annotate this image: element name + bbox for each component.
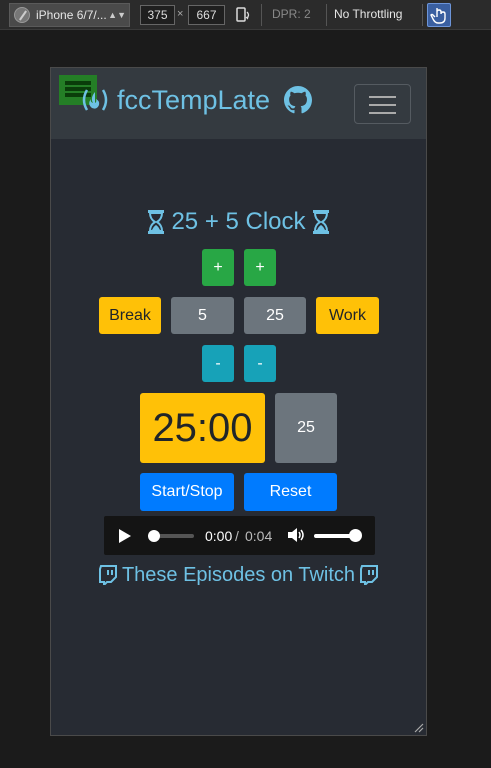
height-input[interactable]: 667 <box>188 5 225 25</box>
touch-toggle-button[interactable] <box>427 3 451 27</box>
twitch-link-text[interactable]: These Episodes on Twitch <box>122 564 355 587</box>
play-icon[interactable] <box>118 528 132 544</box>
seek-handle[interactable] <box>148 530 160 542</box>
twitch-icon <box>360 565 379 585</box>
start-stop-button[interactable]: Start/Stop <box>140 473 234 511</box>
audio-current-time: 0:00 <box>205 528 233 544</box>
device-icon <box>14 7 30 23</box>
navbar: fccTempLate <box>51 68 426 139</box>
toolbar-divider <box>422 4 423 26</box>
width-input[interactable]: 375 <box>140 5 175 25</box>
break-decrement-button[interactable]: - <box>202 345 234 382</box>
audio-time-separator: / <box>235 528 239 544</box>
twitch-icon <box>98 565 117 585</box>
session-increment-button[interactable]: + <box>244 249 276 286</box>
audio-player: 0:00 / 0:04 <box>104 516 375 555</box>
volume-icon[interactable] <box>287 527 305 543</box>
session-label: Work <box>316 297 379 334</box>
caret-icon: ▲▼ <box>108 10 126 20</box>
device-label: iPhone 6/7/... <box>36 8 107 22</box>
break-label: Break <box>99 297 161 334</box>
main-content: 25 + 5 Clock + + Break 5 25 Work - - 25:… <box>51 139 426 735</box>
session-length: 25 <box>244 297 306 334</box>
break-length: 5 <box>171 297 234 334</box>
device-select[interactable]: iPhone 6/7/... ▲▼ <box>9 3 130 27</box>
rotate-icon[interactable] <box>234 6 252 24</box>
toolbar-divider <box>261 4 262 26</box>
device-viewport: fccTempLate 25 + 5 Clock + + Break 5 25 … <box>50 67 427 736</box>
github-icon[interactable] <box>284 86 312 114</box>
session-decrement-button[interactable]: - <box>244 345 276 382</box>
twitch-link[interactable]: These Episodes on Twitch <box>51 562 426 588</box>
hourglass-icon <box>148 210 165 234</box>
navbar-toggler-button[interactable] <box>354 84 411 124</box>
brand-title[interactable]: fccTempLate <box>117 85 270 116</box>
clock-title: 25 + 5 Clock <box>51 207 426 237</box>
toolbar-divider <box>326 4 327 26</box>
throttling-select[interactable]: No Throttling <box>334 7 402 21</box>
devtools-toolbar: iPhone 6/7/... ▲▼ 375 × 667 DPR: 2 No Th… <box>0 0 491 30</box>
touch-icon <box>430 8 446 24</box>
break-increment-button[interactable]: + <box>202 249 234 286</box>
dimension-times: × <box>177 8 184 20</box>
reset-button[interactable]: Reset <box>244 473 337 511</box>
timer-secondary-display: 25 <box>275 393 337 463</box>
clock-title-text: 25 + 5 Clock <box>171 208 306 235</box>
time-left-display: 25:00 <box>140 393 265 463</box>
resize-handle-icon[interactable] <box>412 721 424 733</box>
hourglass-icon <box>312 210 329 234</box>
volume-handle[interactable] <box>349 529 362 542</box>
audio-duration: 0:04 <box>245 528 273 544</box>
dpr-select[interactable]: DPR: 2 <box>272 7 311 21</box>
freecodecamp-icon <box>82 89 108 111</box>
